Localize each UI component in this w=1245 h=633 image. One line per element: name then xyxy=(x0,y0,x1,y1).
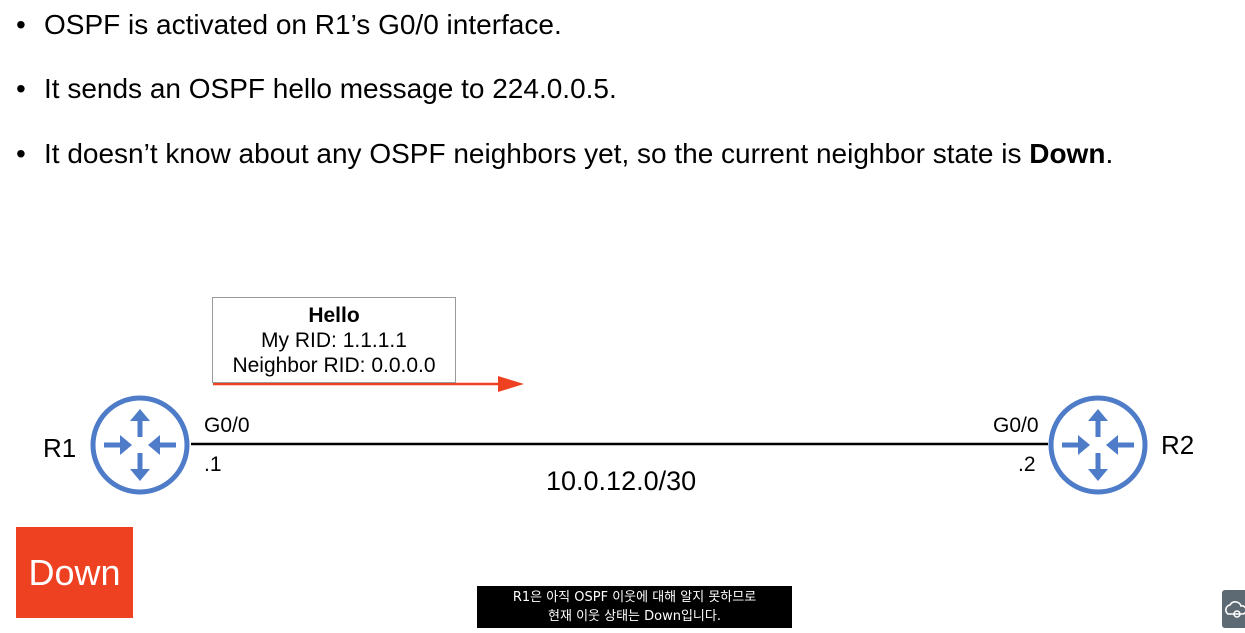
hello-neighbor-rid: Neighbor RID: 0.0.0.0 xyxy=(232,354,436,377)
router-icon[interactable] xyxy=(90,395,190,495)
cloud-gear-icon-graphic xyxy=(1225,601,1245,618)
hello-my-rid: My RID: 1.1.1.1 xyxy=(261,329,407,352)
r2-interface-label: G0/0 xyxy=(993,414,1039,437)
hello-packet: Hello My RID: 1.1.1.1 Neighbor RID: 0.0.… xyxy=(212,297,456,383)
r2-label: R2 xyxy=(1161,430,1195,460)
r1-address-label: .1 xyxy=(204,453,222,476)
r1-label: R1 xyxy=(43,433,77,463)
r2-address-label: .2 xyxy=(1018,453,1036,476)
video-subtitle: R1은 아직 OSPF 이웃에 대해 알지 못하므로 현재 이웃 상태는 Dow… xyxy=(477,586,792,628)
network-address-label: 10.0.12.0/30 xyxy=(546,466,697,496)
network-diagram xyxy=(90,376,1148,495)
cloud-gear-icon[interactable] xyxy=(1222,590,1245,628)
subtitle-line-1: R1은 아직 OSPF 이웃에 대해 알지 못하므로 xyxy=(512,590,757,605)
neighbor-state-badge: Down xyxy=(16,527,133,618)
subtitle-line-2: 현재 이웃 상태는 Down입니다. xyxy=(548,609,721,624)
hello-title: Hello xyxy=(308,304,360,327)
slide: • OSPF is activated on R1’s G0/0 interfac… xyxy=(0,0,1245,633)
r1-interface-label: G0/0 xyxy=(204,414,250,437)
router-icon[interactable] xyxy=(1048,395,1148,495)
